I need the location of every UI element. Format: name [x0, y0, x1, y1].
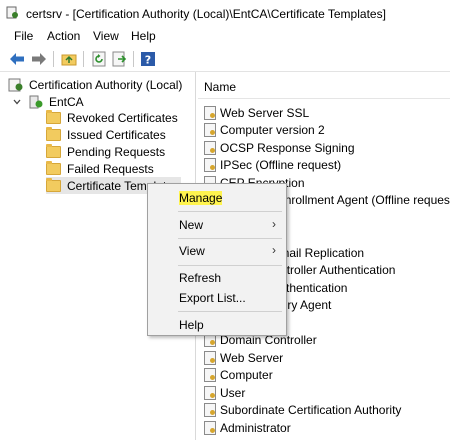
tree-item-label: Certification Authority (Local) [29, 77, 183, 92]
menu-file[interactable]: File [14, 29, 33, 43]
template-row[interactable]: Computer version 2 [204, 122, 325, 139]
folder-icon [46, 177, 61, 192]
certificate-template-icon [204, 105, 216, 120]
tree-item-issued-certificates[interactable]: Issued Certificates [46, 126, 166, 143]
context-menu-label: View [179, 244, 205, 258]
template-row[interactable]: Subordinate Certification Authority [204, 402, 401, 419]
context-menu-label: Help [179, 318, 204, 332]
tree-item-label: EntCA [49, 94, 84, 109]
chevron-down-icon[interactable] [12, 97, 22, 107]
svg-text:?: ? [145, 54, 151, 67]
template-name: Web Server SSL [220, 105, 310, 120]
back-icon[interactable] [8, 50, 26, 68]
toolbar-separator [53, 51, 54, 67]
toolbar: ? [0, 46, 450, 72]
certificate-template-icon [204, 140, 216, 155]
context-menu-separator [178, 265, 282, 266]
template-row[interactable]: Web Server [204, 349, 283, 366]
menu-action[interactable]: Action [47, 29, 80, 43]
context-menu-refresh[interactable]: Refresh [148, 268, 286, 288]
context-menu-separator [178, 211, 282, 212]
template-name: Web Server [220, 350, 284, 365]
certsrv-app-icon [6, 6, 18, 19]
context-menu-label: Manage [179, 191, 223, 205]
forward-icon[interactable] [30, 50, 48, 68]
tree-item-revoked-certificates[interactable]: Revoked Certificates [46, 109, 178, 126]
context-menu: Manage New › View › Refresh Export List.… [147, 183, 287, 336]
template-row[interactable]: Web Server SSL [204, 104, 309, 121]
up-folder-icon[interactable] [60, 50, 78, 68]
template-row[interactable]: Computer [204, 367, 273, 384]
tree-item-failed-requests[interactable]: Failed Requests [46, 160, 154, 177]
window-title: certsrv - [Certification Authority (Loca… [26, 7, 386, 21]
context-menu-manage[interactable]: Manage [148, 188, 286, 208]
tree-item-label: Failed Requests [67, 161, 154, 176]
menu-bar: File Action View Help [0, 26, 450, 46]
template-row[interactable]: OCSP Response Signing [204, 139, 355, 156]
tree-item-label: Pending Requests [67, 144, 166, 159]
column-header-name[interactable]: Name [204, 80, 236, 94]
tree-item-label: Revoked Certificates [67, 110, 178, 125]
template-name: Computer version 2 [220, 123, 325, 137]
template-name: OCSP Response Signing [220, 140, 355, 155]
folder-icon [46, 160, 61, 175]
ca-server-icon [29, 95, 43, 108]
submenu-arrow-icon: › [272, 243, 276, 257]
certification-authority-icon [8, 78, 23, 91]
template-row[interactable]: IPSec (Offline request) [204, 157, 341, 174]
folder-icon [46, 143, 61, 158]
context-menu-view[interactable]: View › [148, 241, 286, 261]
certificate-template-icon [204, 123, 216, 137]
folder-icon [46, 126, 61, 141]
context-menu-new[interactable]: New › [148, 215, 286, 235]
toolbar-separator [133, 51, 134, 67]
menu-view[interactable]: View [93, 29, 119, 43]
context-menu-label: Refresh [179, 271, 222, 285]
tree-item-entca[interactable]: EntCA [12, 93, 84, 110]
template-name: Subordinate Certification Authority [220, 403, 402, 417]
folder-icon [46, 109, 61, 124]
certificate-template-icon [204, 420, 216, 435]
submenu-arrow-icon: › [272, 217, 276, 231]
column-header-divider [198, 98, 450, 99]
help-icon[interactable]: ? [139, 50, 157, 68]
context-menu-separator [178, 238, 282, 239]
template-name: Computer [220, 368, 273, 382]
context-menu-help[interactable]: Help [148, 315, 286, 335]
context-menu-label: New [179, 218, 204, 232]
template-row[interactable]: Administrator [204, 419, 291, 436]
certificate-template-icon [204, 385, 216, 400]
tree-item-pending-requests[interactable]: Pending Requests [46, 143, 165, 160]
refresh-icon[interactable] [90, 50, 108, 68]
template-name: User [220, 385, 246, 400]
menu-help[interactable]: Help [131, 29, 156, 43]
template-name: IPSec (Offline request) [220, 158, 342, 172]
export-icon[interactable] [111, 50, 129, 68]
context-menu-separator [178, 311, 282, 312]
template-row[interactable]: User [204, 384, 245, 401]
tree-item-root[interactable]: Certification Authority (Local) [8, 76, 182, 93]
template-name: Administrator [220, 420, 291, 435]
certificate-template-icon [204, 158, 216, 172]
certificate-template-icon [204, 403, 216, 417]
tree-item-label: Issued Certificates [67, 127, 166, 142]
context-menu-label: Export List... [179, 291, 246, 305]
title-bar: certsrv - [Certification Authority (Loca… [0, 0, 450, 26]
certificate-template-icon [204, 368, 216, 382]
certificate-template-icon [204, 350, 216, 365]
context-menu-export-list[interactable]: Export List... [148, 288, 286, 308]
toolbar-separator [83, 51, 84, 67]
